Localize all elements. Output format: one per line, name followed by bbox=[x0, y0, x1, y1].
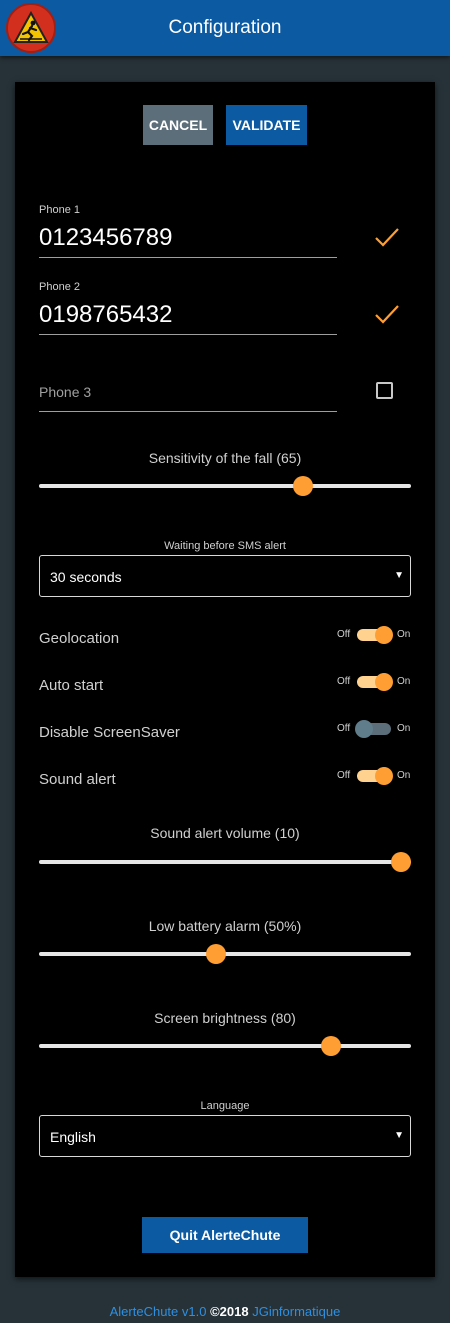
app-header: Configuration bbox=[0, 0, 450, 56]
slider-track bbox=[39, 484, 411, 488]
brightness-label: Screen brightness (80) bbox=[154, 1010, 296, 1026]
brightness-slider[interactable] bbox=[39, 1036, 411, 1056]
toggle-on-label: On bbox=[397, 676, 411, 687]
toggle-knob bbox=[375, 626, 393, 644]
slider-thumb[interactable] bbox=[320, 1036, 341, 1056]
disable-screensaver-label: Disable ScreenSaver bbox=[39, 724, 180, 741]
toggle-knob bbox=[375, 673, 393, 691]
sound-alert-toggle[interactable] bbox=[355, 767, 393, 785]
low-battery-label: Low battery alarm (50%) bbox=[148, 918, 302, 934]
auto-start-toggle[interactable] bbox=[355, 673, 393, 691]
toggle-off-label: Off bbox=[337, 629, 351, 640]
auto-start-label: Auto start bbox=[39, 677, 104, 694]
toggle-off-label: Off bbox=[337, 770, 351, 781]
phone-3-placeholder: Phone 3 bbox=[39, 384, 92, 400]
waiting-value: 30 seconds bbox=[50, 569, 122, 585]
toggle-on-label: On bbox=[397, 723, 411, 734]
low-battery-slider[interactable] bbox=[39, 944, 411, 964]
config-panel: CANCEL VALIDATE Phone 1 0123456789 Phone… bbox=[15, 82, 435, 1277]
slider-thumb[interactable] bbox=[293, 476, 314, 496]
waiting-select[interactable]: 30 seconds ▼ bbox=[39, 555, 411, 597]
check-icon[interactable] bbox=[374, 227, 400, 247]
phone-3-checkbox[interactable] bbox=[376, 382, 393, 399]
slider-track bbox=[39, 860, 411, 864]
cancel-button[interactable]: CANCEL bbox=[143, 105, 213, 145]
toggle-knob bbox=[375, 767, 393, 785]
footer: AlerteChute v1.0 ©2018 JGinformatique bbox=[0, 1304, 450, 1319]
slider-track bbox=[39, 1044, 411, 1048]
phone-1-value: 0123456789 bbox=[39, 224, 173, 251]
sensitivity-label: Sensitivity of the fall (65) bbox=[148, 450, 302, 466]
sound-volume-label: Sound alert volume (10) bbox=[150, 825, 300, 841]
sound-alert-label: Sound alert bbox=[39, 771, 116, 788]
toggle-off-label: Off bbox=[337, 676, 351, 687]
company-link[interactable]: JGinformatique bbox=[252, 1304, 340, 1319]
toggle-on-label: On bbox=[397, 629, 411, 640]
copyright-text: ©2018 bbox=[206, 1304, 253, 1319]
toggle-knob bbox=[355, 720, 373, 738]
geolocation-toggle[interactable] bbox=[355, 626, 393, 644]
sensitivity-slider[interactable] bbox=[39, 476, 411, 496]
geolocation-label: Geolocation bbox=[39, 630, 120, 647]
validate-button[interactable]: VALIDATE bbox=[226, 105, 307, 145]
check-icon[interactable] bbox=[374, 304, 400, 324]
app-version-link[interactable]: AlerteChute v1.0 bbox=[110, 1304, 207, 1319]
language-label: Language bbox=[200, 1100, 250, 1112]
phone-2-field[interactable]: Phone 2 0198765432 bbox=[39, 277, 337, 335]
page-title: Configuration bbox=[168, 17, 282, 38]
language-select[interactable]: English ▼ bbox=[39, 1115, 411, 1157]
toggle-on-label: On bbox=[397, 770, 411, 781]
phone-1-label: Phone 1 bbox=[39, 204, 80, 216]
slider-thumb[interactable] bbox=[205, 944, 226, 964]
phone-2-value: 0198765432 bbox=[39, 301, 173, 328]
phone-1-field[interactable]: Phone 1 0123456789 bbox=[39, 200, 337, 258]
phone-2-label: Phone 2 bbox=[39, 281, 80, 293]
slider-thumb[interactable] bbox=[391, 852, 411, 872]
quit-button[interactable]: Quit AlerteChute bbox=[142, 1217, 308, 1253]
caret-down-icon: ▼ bbox=[394, 1130, 404, 1141]
caret-down-icon: ▼ bbox=[394, 570, 404, 581]
language-value: English bbox=[50, 1129, 96, 1145]
sound-volume-slider[interactable] bbox=[39, 852, 411, 872]
disable-screensaver-toggle[interactable] bbox=[355, 720, 393, 738]
phone-3-field[interactable]: Phone 3 bbox=[39, 370, 337, 412]
toggle-off-label: Off bbox=[337, 723, 351, 734]
waiting-label: Waiting before SMS alert bbox=[164, 540, 286, 552]
